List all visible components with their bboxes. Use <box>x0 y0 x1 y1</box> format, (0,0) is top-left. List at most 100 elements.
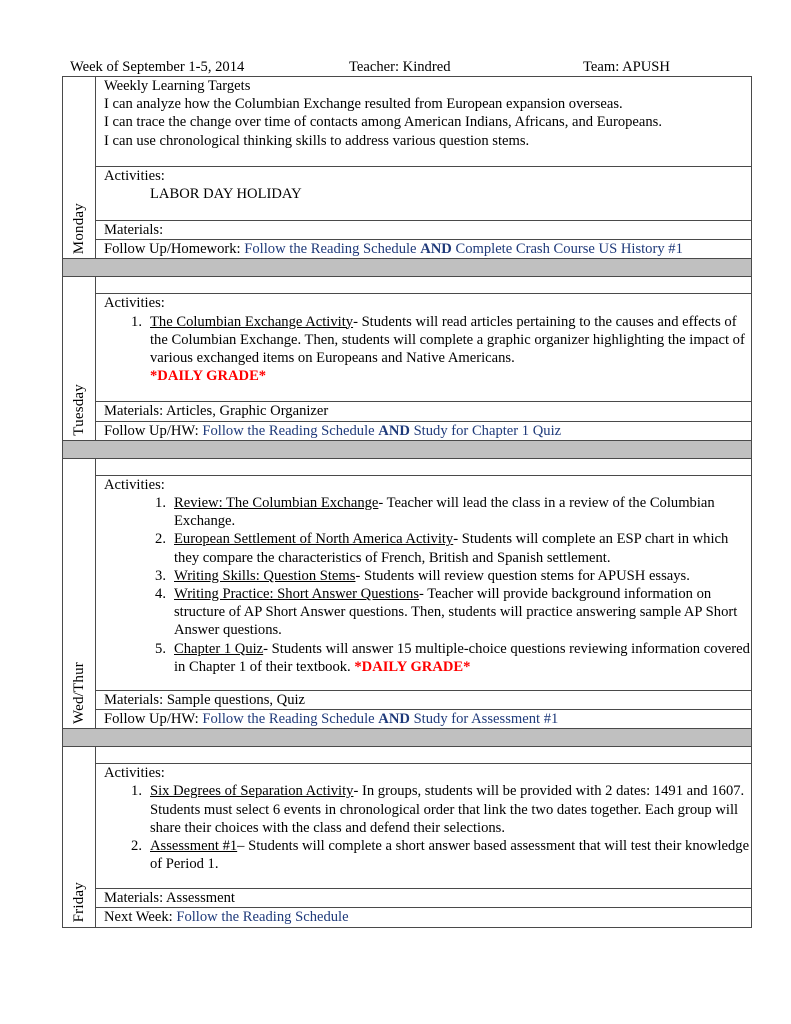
activity-number: 3. <box>155 567 166 584</box>
materials-cell: Materials: Sample questions, Quiz <box>95 689 752 711</box>
followup-cell: Follow Up/HW: Follow the Reading Schedul… <box>95 420 752 441</box>
next-week-label: Next Week: <box>104 909 177 926</box>
activity-description: – Students will complete a short answer … <box>150 838 750 873</box>
activity-number: 1. <box>131 783 142 800</box>
followup-label: Follow Up/HW: <box>104 711 203 728</box>
blank-cell <box>95 746 752 765</box>
activity-title: Writing Skills: Question Stems <box>174 567 356 584</box>
holiday-text: LABOR DAY HOLIDAY <box>150 186 302 203</box>
monday-targets-row: Monday Weekly Learning Targets I can ana… <box>62 75 752 260</box>
activities-cell: Activities: 1. Review: The Columbian Exc… <box>95 474 752 691</box>
activity-title: Assessment #1 <box>150 838 238 855</box>
friday-nextweek-row: Next Week: Follow the Reading Schedule <box>63 907 752 928</box>
day-divider <box>62 439 752 459</box>
followup-text: Study for Chapter 1 Quiz <box>409 422 562 439</box>
monday-materials-row: Materials: <box>63 219 752 241</box>
activity-number: 2. <box>131 838 142 855</box>
materials-cell: Materials: Articles, Graphic Organizer <box>95 401 752 422</box>
wedthur-activities-row: Activities: 1. Review: The Columbian Exc… <box>63 474 752 691</box>
day-label-wedthur: Wed/Thur <box>70 662 87 725</box>
blank-cell <box>95 276 752 295</box>
tuesday-followup-row: Follow Up/HW: Follow the Reading Schedul… <box>63 420 752 441</box>
activity-number: 4. <box>155 586 166 603</box>
activities-cell: Activities: 1. The Columbian Exchange Ac… <box>95 293 752 403</box>
followup-cell: Follow Up/HW: Follow the Reading Schedul… <box>95 709 752 730</box>
teacher-label: Teacher: Kindred <box>349 59 451 75</box>
activity-title: European Settlement of North America Act… <box>174 531 454 548</box>
activities-cell: Activities: 1. Six Degrees of Separation… <box>95 763 752 890</box>
materials-cell: Materials: <box>95 219 752 241</box>
daily-grade-tag: *DAILY GRADE* <box>150 368 267 385</box>
day-cell-tuesday: Tuesday <box>62 276 96 441</box>
activity-item: 5. Chapter 1 Quiz- Students will answer … <box>104 640 751 676</box>
activities-label: Activities: <box>104 476 165 493</box>
followup-label: Follow Up/Homework: <box>104 241 245 258</box>
learning-targets-title: Weekly Learning Targets <box>104 78 251 94</box>
followup-text: Complete Crash Course US History #1 <box>451 241 683 258</box>
activities-label: Activities: <box>104 168 165 184</box>
friday-materials-row: Materials: Assessment <box>63 888 752 909</box>
activity-title: Chapter 1 Quiz <box>174 640 264 657</box>
learning-target: I can analyze how the Columbian Exchange… <box>104 96 623 113</box>
monday-followup-row: Follow Up/Homework: Follow the Reading S… <box>63 239 752 260</box>
followup-text: Follow the Reading Schedule <box>202 422 379 439</box>
activity-item: 4. Writing Practice: Short Answer Questi… <box>104 585 751 640</box>
day-label-tuesday: Tuesday <box>70 384 87 436</box>
activity-item: 1. Review: The Columbian Exchange- Teach… <box>104 494 751 530</box>
followup-label: Follow Up/HW: <box>104 422 203 439</box>
activity-number: 1. <box>155 495 166 512</box>
activity-title: Writing Practice: Short Answer Questions <box>174 586 420 603</box>
learning-target: I can trace the change over time of cont… <box>104 114 662 131</box>
day-label-friday: Friday <box>70 882 87 923</box>
materials-cell: Materials: Assessment <box>95 888 752 909</box>
tuesday-activities-row: Activities: 1. The Columbian Exchange Ac… <box>63 293 752 403</box>
day-cell-monday: Monday <box>62 75 96 260</box>
next-week-cell: Next Week: Follow the Reading Schedule <box>95 907 752 928</box>
activity-number: 5. <box>155 640 166 657</box>
activities-label: Activities: <box>104 295 165 312</box>
followup-text: Follow the Reading Schedule <box>202 711 379 728</box>
lesson-plan-table: Monday Weekly Learning Targets I can ana… <box>62 75 752 928</box>
learning-targets-cell: Weekly Learning Targets I can analyze ho… <box>95 76 752 167</box>
wedthur-materials-row: Materials: Sample questions, Quiz <box>63 689 752 711</box>
divider-cell <box>62 439 752 459</box>
activity-item: 1. Six Degrees of Separation Activity- I… <box>104 782 751 837</box>
day-divider <box>62 728 752 748</box>
daily-grade-tag: *DAILY GRADE* <box>354 658 471 675</box>
friday-activities-row: Activities: 1. Six Degrees of Separation… <box>63 763 752 890</box>
followup-and: AND <box>378 422 410 439</box>
activity-title: The Columbian Exchange Activity <box>150 313 354 330</box>
activity-item: 2. European Settlement of North America … <box>104 530 751 566</box>
activities-cell: Activities: LABOR DAY HOLIDAY <box>95 166 752 221</box>
activity-number: 2. <box>155 531 166 548</box>
wedthur-blank-row: Wed/Thur <box>62 457 752 730</box>
activity-item: 1. The Columbian Exchange Activity- Stud… <box>104 313 751 386</box>
followup-text: Study for Assessment #1 <box>409 711 559 728</box>
learning-target: I can use chronological thinking skills … <box>104 132 530 149</box>
activity-list: 1. Six Degrees of Separation Activity- I… <box>104 782 751 873</box>
divider-cell <box>62 728 752 748</box>
activity-item: 3. Writing Skills: Question Stems- Stude… <box>104 567 751 585</box>
activity-number: 1. <box>131 313 142 330</box>
followup-and: AND <box>420 241 452 258</box>
activity-title: Review: The Columbian Exchange <box>174 495 379 512</box>
blank-cell <box>95 457 752 476</box>
divider-cell <box>62 258 752 278</box>
day-label-monday: Monday <box>70 203 87 255</box>
day-cell-wedthur: Wed/Thur <box>62 457 96 730</box>
activity-list: 1. The Columbian Exchange Activity- Stud… <box>104 313 751 386</box>
page-header: Week of September 1-5, 2014 Teacher: Kin… <box>70 58 750 76</box>
monday-activities-row: Activities: LABOR DAY HOLIDAY <box>63 166 752 221</box>
activity-item: 2. Assessment #1– Students will complete… <box>104 837 751 873</box>
day-divider <box>62 258 752 278</box>
activity-list: 1. Review: The Columbian Exchange- Teach… <box>104 494 751 676</box>
followup-and: AND <box>378 711 410 728</box>
followup-cell: Follow Up/Homework: Follow the Reading S… <box>95 239 752 260</box>
activities-label: Activities: <box>104 765 165 782</box>
friday-blank-row: Friday <box>62 746 752 928</box>
followup-text: Follow the Reading Schedule <box>244 241 421 258</box>
week-label: Week of September 1-5, 2014 <box>70 59 245 75</box>
wedthur-followup-row: Follow Up/HW: Follow the Reading Schedul… <box>63 709 752 730</box>
activity-description: - Students will review question stems fo… <box>355 567 690 584</box>
team-label: Team: APUSH <box>583 59 670 75</box>
